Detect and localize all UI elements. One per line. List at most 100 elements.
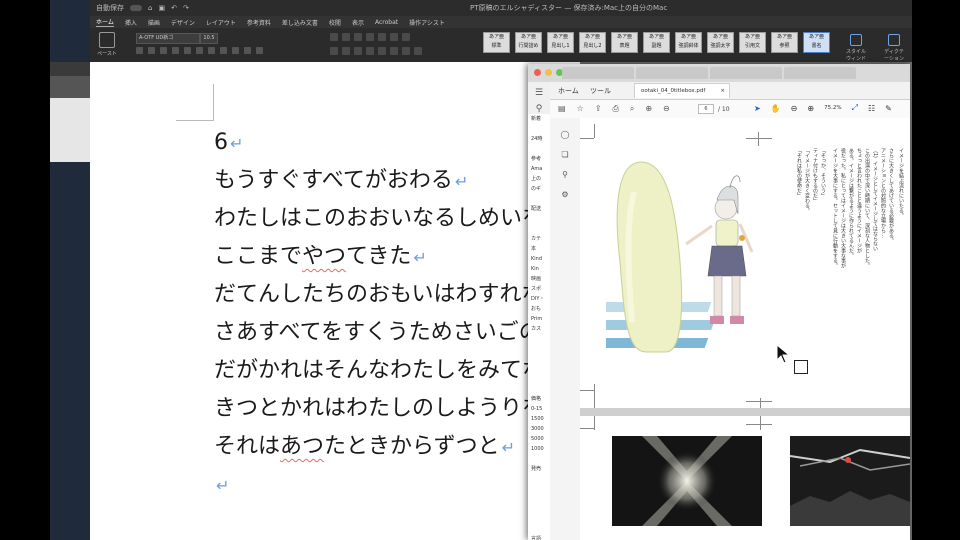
filter-row[interactable]: スポ [528,284,550,294]
filter-row[interactable] [528,524,550,534]
font-size-select[interactable]: 10.5 [200,33,218,44]
filter-row[interactable]: Prim [528,314,550,324]
document-line[interactable]: さあすべてをすくうためさいごの [214,314,544,352]
close-window-button[interactable] [534,69,541,76]
fit-page-icon[interactable]: ⤢ [852,103,858,113]
document-line[interactable]: きつとかれはわたしのしようりを [214,390,544,428]
print-icon[interactable]: ⎙ [612,104,618,114]
style-option[interactable]: あア亜 参照 [771,32,798,53]
filter-row[interactable] [528,344,550,354]
superscript-button[interactable] [196,47,203,54]
filter-row[interactable]: カテ [528,234,550,244]
filter-row[interactable] [528,364,550,374]
filter-row[interactable]: 3000 [528,424,550,434]
page-up-icon[interactable]: ⊕ [645,104,652,114]
filter-row[interactable] [528,194,550,204]
borders-button[interactable] [414,47,422,55]
style-option[interactable]: あア亜 行間詰め [515,32,542,53]
ribbon-tab[interactable]: Acrobat [375,19,398,26]
bookmark-icon[interactable]: ❏ [560,150,570,160]
filter-row[interactable] [528,474,550,484]
filter-row[interactable]: おも [528,304,550,314]
zoom-in-icon[interactable]: ⊕ [807,104,814,113]
document-line[interactable]: 6 ↵ [214,124,544,162]
document-line[interactable]: もうすぐすべてがおわる ↵ [214,162,544,200]
ribbon-tab[interactable]: 差し込み文書 [282,18,318,27]
spelling-error-mark[interactable]: やつ [302,244,346,269]
filter-row[interactable]: 本 [528,244,550,254]
background-window[interactable] [50,62,90,162]
menu-icon[interactable]: ☰ [534,88,544,98]
filter-row[interactable]: カス [528,324,550,334]
search-icon[interactable]: ⌕ [630,104,634,114]
zoom-level[interactable]: 75.2% [824,105,841,111]
filter-row[interactable]: 1000 [528,444,550,454]
bullets-button[interactable] [330,33,338,41]
document-line[interactable]: だてんしたちのおもいはわすれな [214,276,544,314]
char-shading-button[interactable] [244,47,251,54]
ribbon-tab[interactable]: 挿入 [125,18,137,27]
font-name-select[interactable]: A-OTF UD新ゴ [136,33,200,44]
filter-row[interactable]: 映画 [528,274,550,284]
filter-row[interactable] [528,124,550,134]
align-right-button[interactable] [354,47,362,55]
upload-icon[interactable]: ⇪ [595,104,602,114]
filter-row[interactable]: 1500 [528,414,550,424]
align-left-button[interactable] [330,47,338,55]
filter-row[interactable] [528,214,550,224]
justify-button[interactable] [366,47,374,55]
ribbon-tab[interactable]: 校閲 [329,18,341,27]
bookmark-star-icon[interactable]: ☆ [577,104,584,114]
numbering-button[interactable] [342,33,350,41]
filter-row[interactable]: 発売 [528,464,550,474]
increase-indent-button[interactable] [378,33,386,41]
hand-tool-icon[interactable]: ✋ [771,104,781,113]
ribbon-tab[interactable]: 表示 [352,18,364,27]
filter-row[interactable]: 5000 [528,434,550,444]
decrease-indent-button[interactable] [366,33,374,41]
style-option[interactable]: あア亜 表題 [611,32,638,53]
filter-row[interactable]: Kind [528,254,550,264]
ribbon-tab[interactable]: レイアウト [206,18,236,27]
browser-tab[interactable] [784,67,856,79]
signature-icon[interactable]: ⚙ [560,190,570,200]
ribbon-tab[interactable]: ホーム [96,17,114,27]
filter-row[interactable]: のギ [528,184,550,194]
show-marks-button[interactable] [402,33,410,41]
distributed-button[interactable] [378,47,386,55]
char-border-button[interactable] [256,47,263,54]
sort-button[interactable] [390,33,398,41]
browser-tab[interactable] [636,67,708,79]
filter-row[interactable] [528,484,550,494]
style-option[interactable]: あア亜 標準 [483,32,510,53]
browser-tab[interactable] [562,67,634,79]
style-option[interactable]: あア亜 強調太字 [707,32,734,53]
home-icon[interactable]: ⌂ [148,4,152,12]
word-document-page[interactable]: 6 ↵ もうすぐすべてがおわる ↵ わたしはこのおおいなるしめいを ここまでやつてきた ↵ だ… [90,62,580,540]
page-number-input[interactable]: 6 [698,104,714,114]
pdf-viewer[interactable]: 「それは私の使命だ」 「イメージが大きく変わる。 ティナ付けもするのだ」 「そっ… [580,118,910,540]
shading-button[interactable] [402,47,410,55]
ribbon-tab[interactable]: デザイン [171,18,195,27]
close-tab-icon[interactable]: × [720,84,725,99]
browser-tab[interactable] [710,67,782,79]
line-spacing-button[interactable] [390,47,398,55]
filter-row[interactable] [528,144,550,154]
comment-icon[interactable]: ◯ [560,130,570,140]
save-icon[interactable]: ▤ [558,104,566,114]
document-text[interactable]: 6 ↵ もうすぐすべてがおわる ↵ わたしはこのおおいなるしめいを ここまでやつてきた ↵ だ… [214,124,544,504]
location-icon[interactable]: ⚲ [534,104,544,114]
style-option[interactable]: あア亜 見出し1 [547,32,574,53]
filter-row[interactable]: 価格 [528,394,550,404]
save-icon[interactable]: ▣ [158,4,165,12]
filter-row[interactable] [528,514,550,524]
filter-row[interactable]: Kin [528,264,550,274]
filter-row[interactable] [528,374,550,384]
style-option[interactable]: あア亜 強調斜体 [675,32,702,53]
ribbon-tab[interactable]: 参考資料 [247,18,271,27]
tab-tools[interactable]: ツール [590,86,611,96]
document-line[interactable]: わたしはこのおおいなるしめいを [214,200,544,238]
font-color-button[interactable] [232,47,239,54]
filter-row[interactable] [528,384,550,394]
italic-button[interactable] [148,47,155,54]
